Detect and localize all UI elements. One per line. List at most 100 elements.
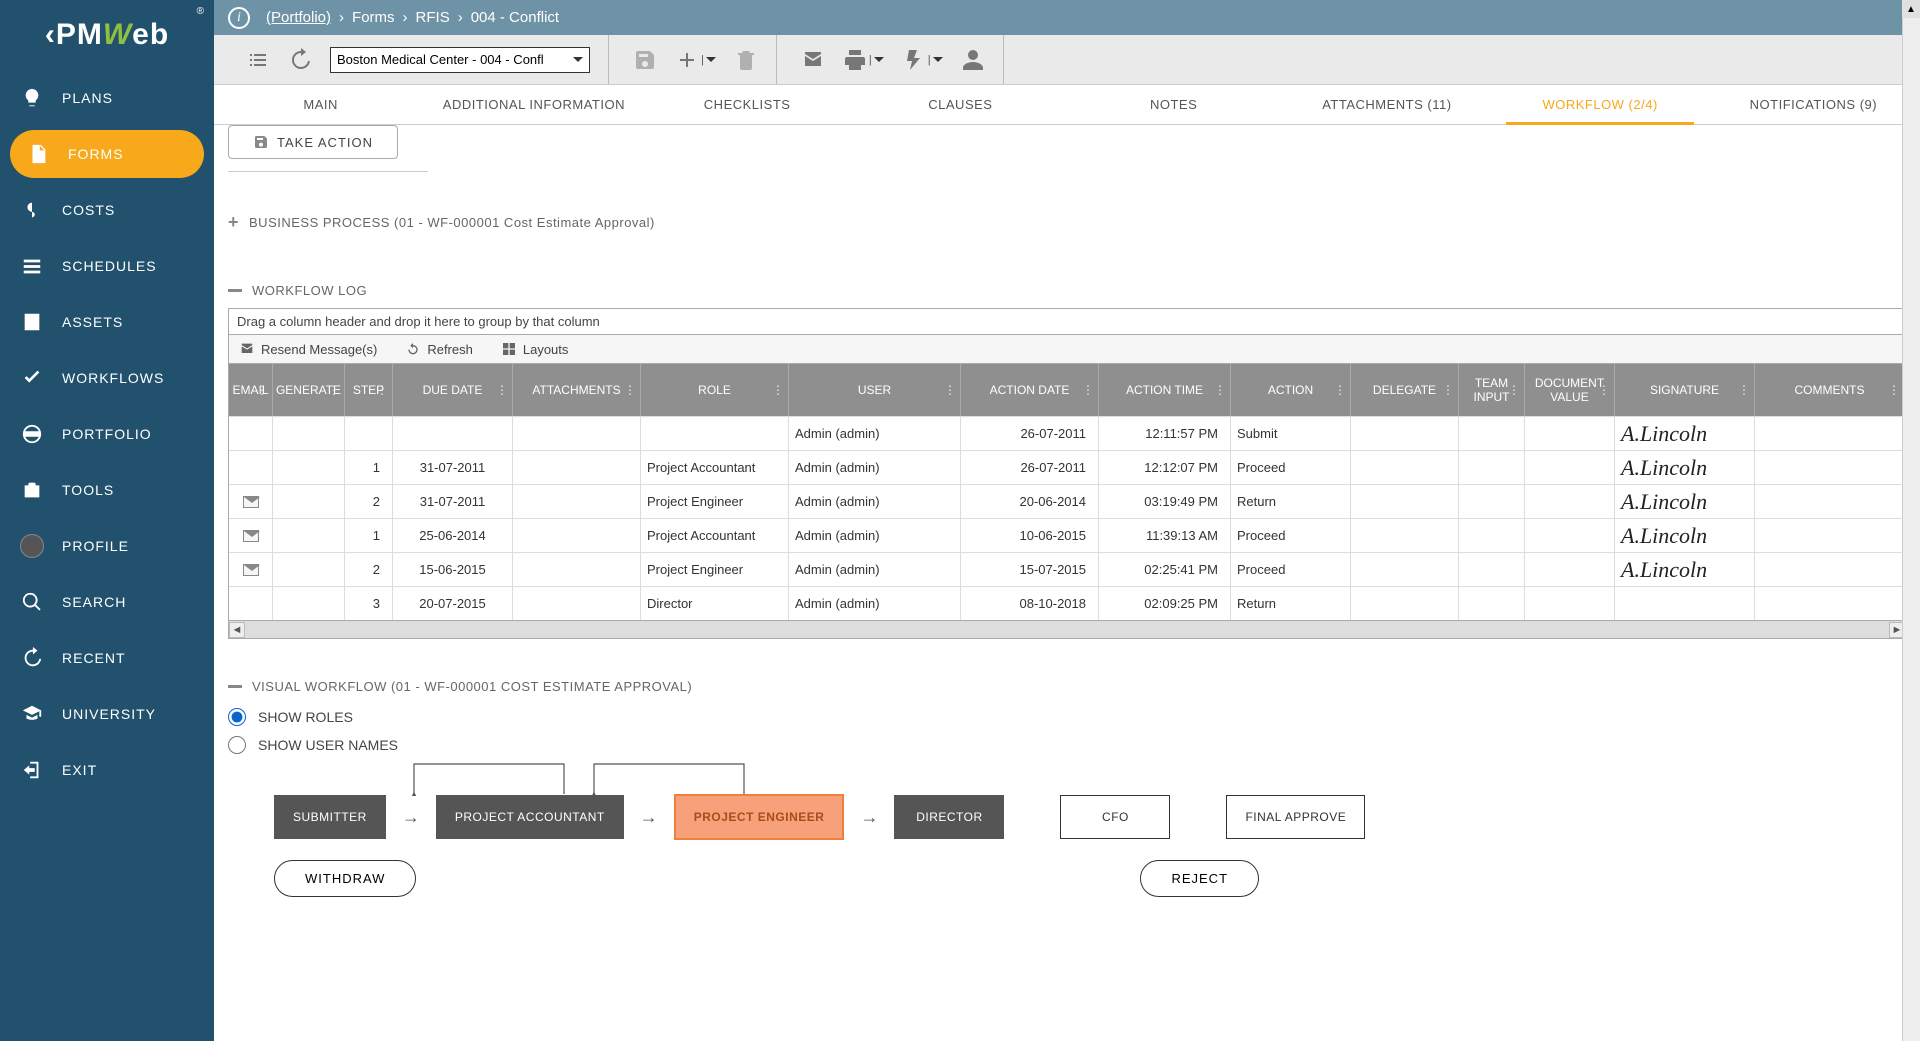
show-roles-radio[interactable]	[228, 708, 246, 726]
chevron-down-icon	[706, 55, 716, 65]
breadcrumb-portfolio[interactable]: (Portfolio)	[266, 9, 331, 26]
col-team-input[interactable]: TEAM INPUT⋮	[1459, 364, 1525, 416]
table-row[interactable]: Admin (admin)26-07-201112:11:57 PMSubmit…	[229, 416, 1905, 450]
save-icon[interactable]	[633, 48, 657, 72]
action-button[interactable]: |	[902, 48, 943, 72]
mail-icon[interactable]	[801, 48, 825, 72]
business-process-section[interactable]: + BUSINESS PROCESS (01 - WF-000001 Cost …	[214, 208, 1920, 237]
table-row[interactable]: 215-06-2015Project EngineerAdmin (admin)…	[229, 552, 1905, 586]
toolbar: Boston Medical Center - 004 - Confl | |	[214, 35, 1920, 85]
sidebar-item-plans[interactable]: PLANS	[0, 70, 214, 126]
project-dropdown[interactable]: Boston Medical Center - 004 - Confl	[330, 47, 590, 73]
col-generate[interactable]: GENERATE⋮	[273, 364, 345, 416]
col-document-value[interactable]: DOCUMENT VALUE⋮	[1525, 364, 1615, 416]
tab-clauses[interactable]: CLAUSES	[854, 85, 1067, 124]
workflow-log-section[interactable]: WORKFLOW LOG	[214, 279, 1920, 302]
horizontal-scrollbar[interactable]: ◄ ►	[228, 621, 1906, 639]
col-step[interactable]: STEP⋮	[345, 364, 393, 416]
person-icon[interactable]	[961, 48, 985, 72]
table-row[interactable]: 131-07-2011Project AccountantAdmin (admi…	[229, 450, 1905, 484]
scroll-left-icon[interactable]: ◄	[229, 622, 245, 638]
col-action[interactable]: ACTION⋮	[1231, 364, 1351, 416]
breadcrumb-forms[interactable]: Forms	[352, 9, 395, 26]
sidebar-item-label: TOOLS	[62, 482, 114, 498]
grad-icon	[20, 702, 44, 726]
tab-attachments-11-[interactable]: ATTACHMENTS (11)	[1280, 85, 1493, 124]
arrow-icon: →	[860, 807, 878, 828]
vertical-scrollbar[interactable]: ▲	[1902, 0, 1920, 1041]
breadcrumb-rfis[interactable]: RFIS	[416, 9, 450, 26]
history-icon[interactable]	[288, 48, 312, 72]
scroll-up-icon[interactable]: ▲	[1902, 0, 1920, 18]
col-comments[interactable]: COMMENTS⋮	[1755, 364, 1905, 416]
resend-messages-button[interactable]: Resend Message(s)	[239, 341, 377, 357]
take-action-button[interactable]: TAKE ACTION	[228, 125, 398, 159]
sidebar-item-forms[interactable]: FORMS	[10, 130, 204, 178]
sidebar-item-recent[interactable]: RECENT	[0, 630, 214, 686]
arrow-icon: →	[402, 807, 420, 828]
breadcrumb-current: 004 - Conflict	[471, 9, 559, 26]
sidebar-item-schedules[interactable]: SCHEDULES	[0, 238, 214, 294]
logo-pm: PM	[56, 18, 103, 51]
info-icon[interactable]: i	[228, 7, 250, 29]
show-users-radio[interactable]	[228, 736, 246, 754]
wf-box-final-approve: FINAL APPROVE	[1226, 795, 1365, 839]
col-user[interactable]: USER⋮	[789, 364, 961, 416]
refresh-button[interactable]: Refresh	[405, 341, 473, 357]
sidebar-item-profile[interactable]: PROFILE	[0, 518, 214, 574]
tab-notes[interactable]: NOTES	[1067, 85, 1280, 124]
sidebar-item-label: COSTS	[62, 202, 115, 218]
tab-workflow-2-4-[interactable]: WORKFLOW (2/4)	[1494, 85, 1707, 124]
collapse-icon	[228, 289, 242, 292]
tab-main[interactable]: MAIN	[214, 85, 427, 124]
visual-workflow-section[interactable]: VISUAL WORKFLOW (01 - WF-000001 COST EST…	[214, 675, 1920, 698]
tab-additional-information[interactable]: ADDITIONAL INFORMATION	[427, 85, 640, 124]
take-action-label: TAKE ACTION	[277, 135, 373, 150]
table-row[interactable]: 125-06-2014Project AccountantAdmin (admi…	[229, 518, 1905, 552]
col-delegate[interactable]: DELEGATE⋮	[1351, 364, 1459, 416]
tab-checklists[interactable]: CHECKLISTS	[641, 85, 854, 124]
print-button[interactable]: |	[843, 48, 884, 72]
col-signature[interactable]: SIGNATURE⋮	[1615, 364, 1755, 416]
sidebar-item-university[interactable]: UNIVERSITY	[0, 686, 214, 742]
sidebar-item-portfolio[interactable]: PORTFOLIO	[0, 406, 214, 462]
wf-box-engineer: PROJECT ENGINEER	[674, 794, 845, 840]
sidebar-item-label: SCHEDULES	[62, 258, 157, 274]
withdraw-button[interactable]: WITHDRAW	[274, 860, 416, 897]
grid-icon	[501, 341, 517, 357]
col-role[interactable]: ROLE⋮	[641, 364, 789, 416]
sidebar-item-exit[interactable]: EXIT	[0, 742, 214, 798]
reject-button[interactable]: REJECT	[1140, 860, 1259, 897]
col-due-date[interactable]: DUE DATE⋮	[393, 364, 513, 416]
refresh-icon	[405, 341, 421, 357]
sidebar-item-costs[interactable]: COSTS	[0, 182, 214, 238]
sidebar-item-label: FORMS	[68, 146, 124, 162]
mail-indicator-icon	[243, 564, 259, 576]
col-action-time[interactable]: ACTION TIME⋮	[1099, 364, 1231, 416]
show-users-option[interactable]: SHOW USER NAMES	[228, 736, 1906, 754]
table-row[interactable]: 231-07-2011Project EngineerAdmin (admin)…	[229, 484, 1905, 518]
table-row[interactable]: 320-07-2015DirectorAdmin (admin)08-10-20…	[229, 586, 1905, 620]
grid-toolbar: Resend Message(s) Refresh Layouts	[228, 335, 1906, 364]
print-icon	[843, 48, 867, 72]
col-email[interactable]: EMAIL⋮	[229, 364, 273, 416]
col-attachments[interactable]: ATTACHMENTS⋮	[513, 364, 641, 416]
avatar-icon	[20, 534, 44, 558]
sidebar-item-workflows[interactable]: WORKFLOWS	[0, 350, 214, 406]
add-button[interactable]: |	[675, 48, 716, 72]
logo-reg: ®	[197, 6, 204, 17]
show-roles-option[interactable]: SHOW ROLES	[228, 708, 1906, 726]
tab-notifications-9-[interactable]: NOTIFICATIONS (9)	[1707, 85, 1920, 124]
expand-icon: +	[228, 212, 239, 233]
tabs: MAINADDITIONAL INFORMATIONCHECKLISTSCLAU…	[214, 85, 1920, 125]
sidebar-item-search[interactable]: SEARCH	[0, 574, 214, 630]
list-icon[interactable]	[246, 48, 270, 72]
col-action-date[interactable]: ACTION DATE⋮	[961, 364, 1099, 416]
sidebar-item-tools[interactable]: TOOLS	[0, 462, 214, 518]
sidebar-item-label: WORKFLOWS	[62, 370, 164, 386]
logo-caret: ‹	[45, 18, 56, 51]
group-hint[interactable]: Drag a column header and drop it here to…	[228, 308, 1906, 335]
layouts-button[interactable]: Layouts	[501, 341, 569, 357]
sidebar-item-assets[interactable]: ASSETS	[0, 294, 214, 350]
delete-icon[interactable]	[734, 48, 758, 72]
